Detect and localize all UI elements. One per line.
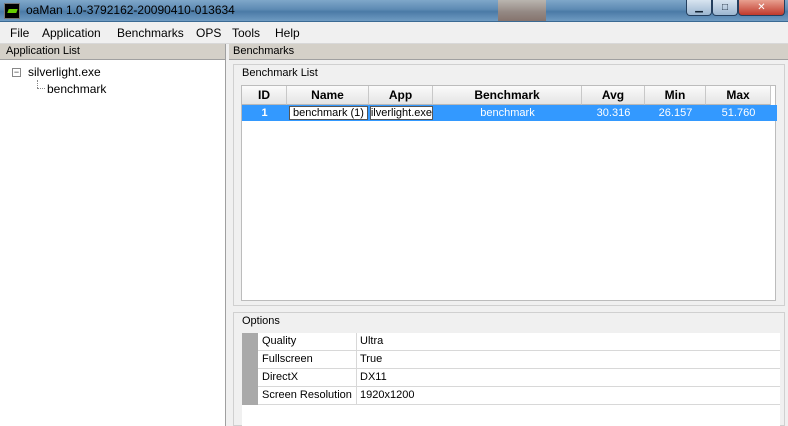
table-row[interactable]: 1 benchmark (1) silverlight.exe benchmar… xyxy=(242,105,777,121)
menu-application[interactable]: Application xyxy=(42,26,101,40)
grid-divider xyxy=(356,387,357,405)
property-value[interactable]: True xyxy=(360,353,382,365)
property-row-directx[interactable]: DirectX DX11 xyxy=(242,369,780,387)
cell-avg[interactable]: 30.316 xyxy=(582,105,645,121)
benchmark-table[interactable]: ID Name App Benchmark Avg Min Max 1 benc… xyxy=(241,85,777,301)
maximize-button[interactable]: □ xyxy=(712,0,738,16)
tree-connector xyxy=(37,80,38,88)
title-bar[interactable]: oaMan 1.0-3792162-20090410-013634 ▁ □ ✕ xyxy=(0,0,788,22)
application-list-header: Application List xyxy=(0,44,225,60)
menu-benchmarks[interactable]: Benchmarks xyxy=(117,26,184,40)
cell-app-editor[interactable]: silverlight.exe xyxy=(370,106,433,120)
cell-name-editor[interactable]: benchmark (1) xyxy=(289,106,368,120)
menu-bar: File Application Benchmarks OPS Tools He… xyxy=(0,22,788,44)
cell-max[interactable]: 51.760 xyxy=(706,105,771,121)
property-name: Quality xyxy=(262,335,297,347)
column-header-min[interactable]: Min xyxy=(645,86,706,105)
property-row-fullscreen[interactable]: Fullscreen True xyxy=(242,351,780,369)
cell-benchmark[interactable]: benchmark xyxy=(433,105,582,121)
menu-help[interactable]: Help xyxy=(275,26,300,40)
property-row-quality[interactable]: Quality Ultra xyxy=(242,333,780,351)
tree-connector xyxy=(37,88,45,89)
options-property-grid[interactable]: Quality Ultra Fullscreen True DirectX DX… xyxy=(242,333,780,426)
grid-margin xyxy=(242,333,258,351)
tree-node-label[interactable]: silverlight.exe xyxy=(28,65,101,79)
options-group: Options Quality Ultra Fullscreen True Di… xyxy=(233,312,785,426)
column-header-id[interactable]: ID xyxy=(242,86,287,105)
column-header-name[interactable]: Name xyxy=(287,86,369,105)
grid-margin xyxy=(242,387,258,405)
cell-min[interactable]: 26.157 xyxy=(645,105,706,121)
property-value[interactable]: 1920x1200 xyxy=(360,389,414,401)
close-button[interactable]: ✕ xyxy=(738,0,785,16)
benchmark-list-label: Benchmark List xyxy=(242,67,318,79)
benchmark-list-group: Benchmark List ID Name App Benchmark Avg… xyxy=(233,64,785,306)
property-value[interactable]: Ultra xyxy=(360,335,383,347)
tree-node-benchmark[interactable]: benchmark xyxy=(47,82,106,96)
collapse-icon[interactable]: − xyxy=(12,68,21,77)
options-label: Options xyxy=(242,315,280,327)
property-row-screen-resolution[interactable]: Screen Resolution 1920x1200 xyxy=(242,387,780,405)
benchmarks-header: Benchmarks xyxy=(229,44,788,60)
grid-divider xyxy=(356,369,357,387)
grid-divider xyxy=(356,333,357,351)
application-list-pane: Application List − silverlight.exe bench… xyxy=(0,44,226,426)
grid-margin xyxy=(242,369,258,387)
grid-divider xyxy=(356,351,357,369)
column-header-max[interactable]: Max xyxy=(706,86,771,105)
cell-id[interactable]: 1 xyxy=(242,105,287,121)
property-value[interactable]: DX11 xyxy=(360,371,387,383)
menu-tools[interactable]: Tools xyxy=(232,26,260,40)
column-header-app[interactable]: App xyxy=(369,86,433,105)
menu-ops[interactable]: OPS xyxy=(196,26,221,40)
grid-margin xyxy=(242,351,258,369)
property-name: Fullscreen xyxy=(262,353,313,365)
property-name: DirectX xyxy=(262,371,299,383)
window-title: oaMan 1.0-3792162-20090410-013634 xyxy=(26,3,235,17)
app-icon xyxy=(4,3,20,19)
column-header-benchmark[interactable]: Benchmark xyxy=(433,86,582,105)
column-header-avg[interactable]: Avg xyxy=(582,86,645,105)
benchmarks-pane: Benchmarks Benchmark List ID Name App Be… xyxy=(229,44,788,426)
menu-file[interactable]: File xyxy=(10,26,29,40)
property-name: Screen Resolution xyxy=(262,389,352,401)
table-header: ID Name App Benchmark Avg Min Max xyxy=(242,86,777,105)
minimize-button[interactable]: ▁ xyxy=(686,0,712,16)
background-window-fragment xyxy=(498,0,546,21)
